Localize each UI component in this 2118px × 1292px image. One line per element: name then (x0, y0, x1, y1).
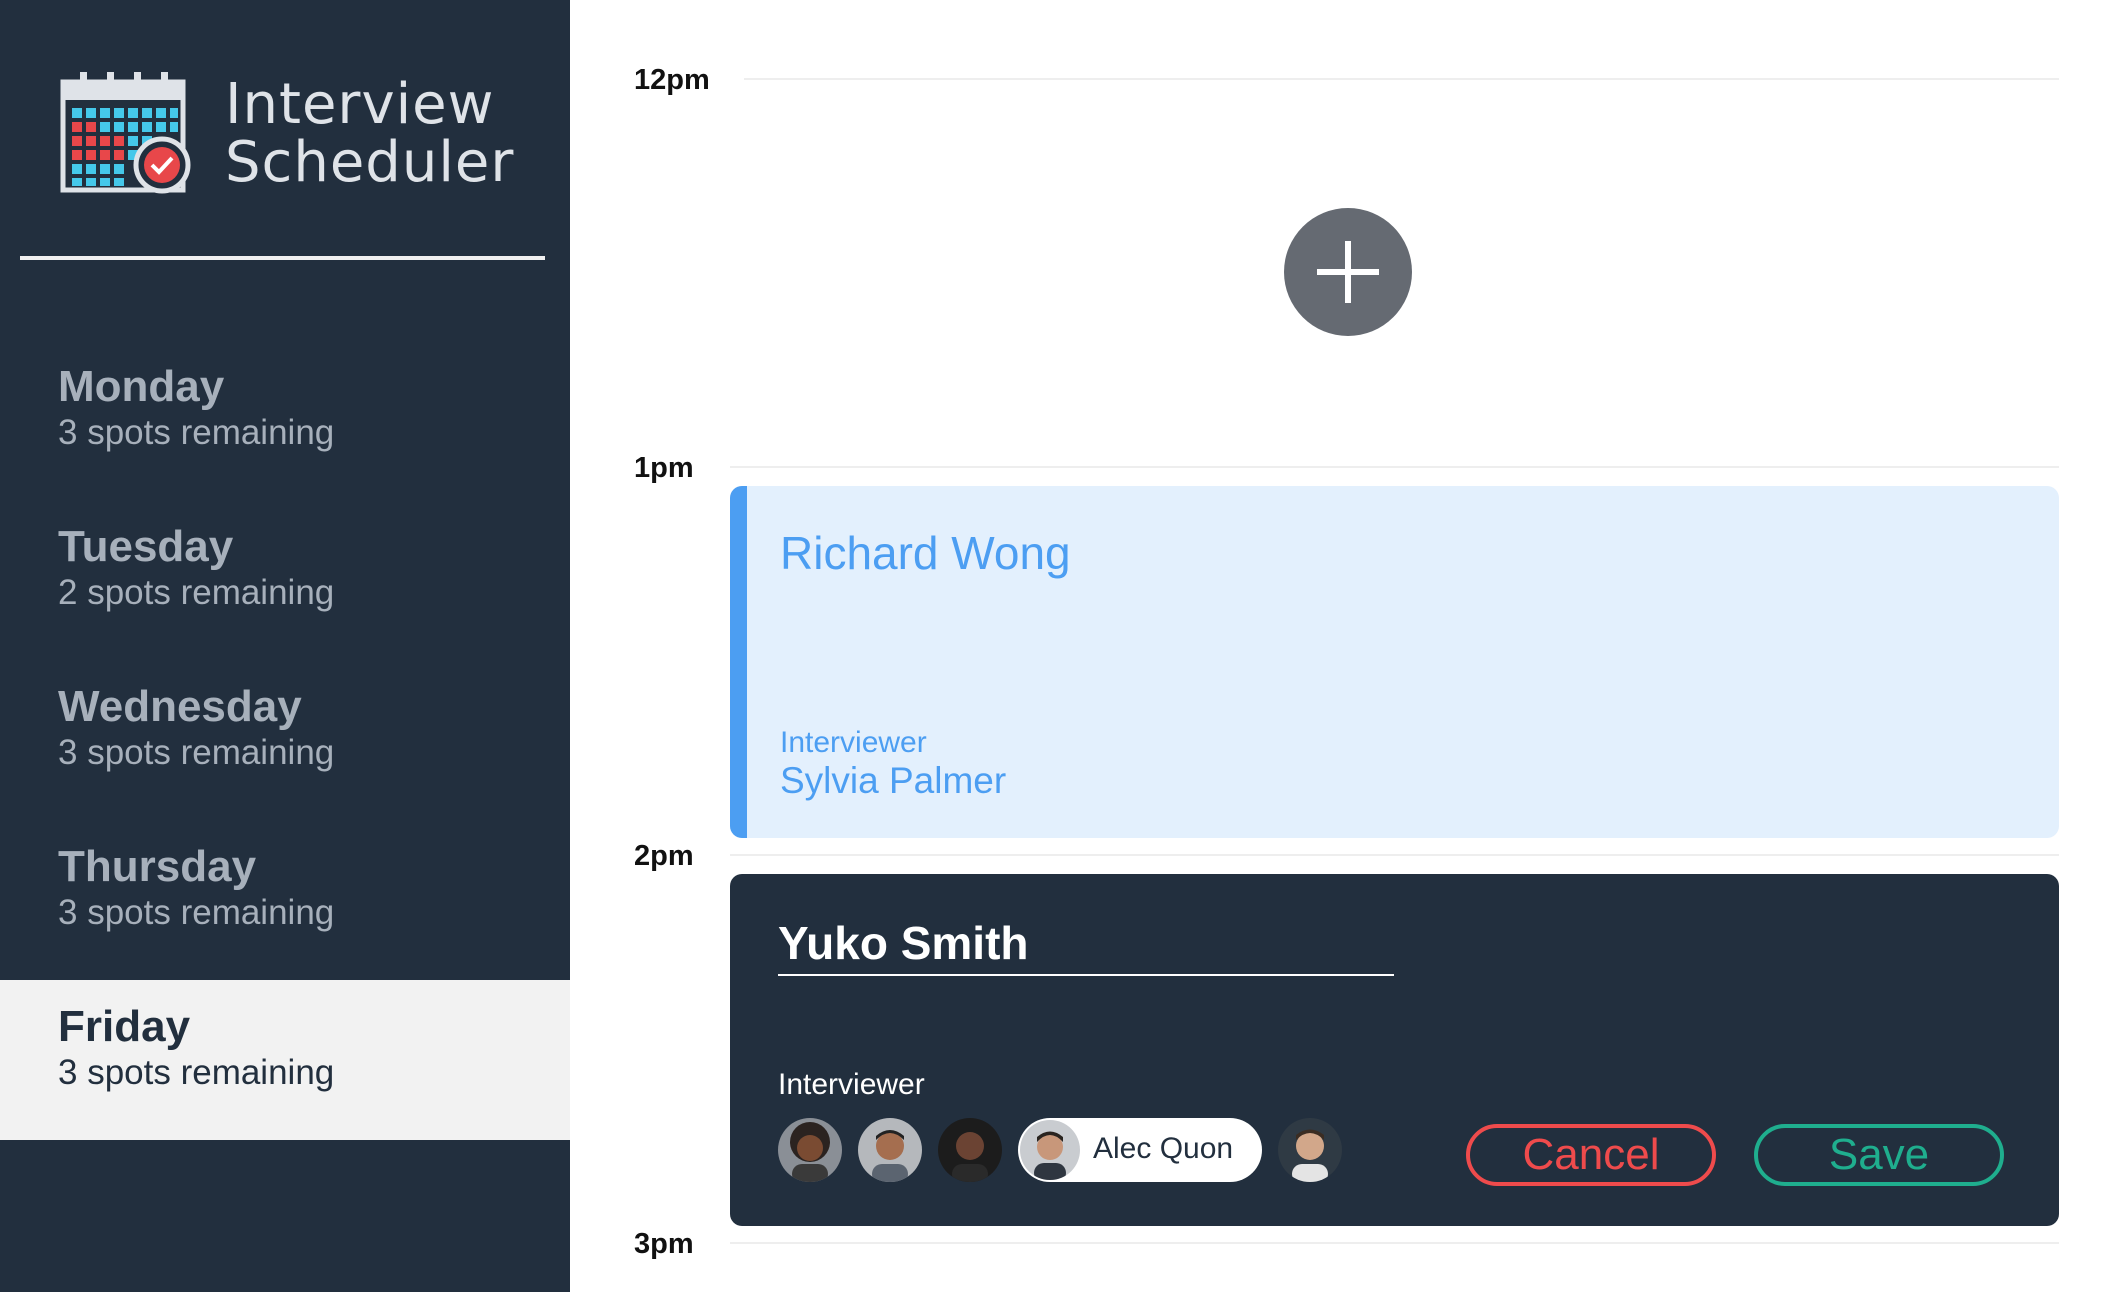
selected-interviewer[interactable]: Alec Quon (1018, 1118, 1262, 1182)
appointment-accent-bar (730, 486, 747, 838)
day-name: Tuesday (58, 522, 234, 571)
time-label-1pm: 1pm (634, 452, 694, 484)
brand: Interview Scheduler (60, 70, 540, 195)
student-name-input[interactable] (778, 912, 1394, 976)
add-appointment-button[interactable] (1284, 208, 1412, 336)
selected-interviewer-name: Alec Quon (1093, 1132, 1234, 1165)
hour-divider (730, 1242, 2059, 1244)
day-item-tuesday[interactable]: Tuesday 2 spots remaining (0, 500, 570, 660)
day-spots: 3 spots remaining (58, 1053, 335, 1092)
schedule: 12pm 1pm Richard Wong Interviewer Sylvia… (570, 0, 2118, 1292)
student-name: Richard Wong (780, 527, 1071, 579)
day-spots: 3 spots remaining (58, 413, 335, 452)
day-item-monday[interactable]: Monday 3 spots remaining (0, 340, 570, 500)
hour-divider (730, 854, 2059, 856)
avatar-image (1020, 1120, 1080, 1180)
day-item-friday[interactable]: Friday 3 spots remaining (0, 980, 570, 1140)
save-button[interactable]: Save (1754, 1124, 2004, 1186)
interviewer-avatar[interactable] (858, 1118, 922, 1182)
day-name: Friday (58, 1002, 191, 1051)
hour-divider (744, 78, 2059, 80)
day-spots: 3 spots remaining (58, 893, 335, 932)
calendar-check-icon (60, 70, 192, 195)
day-name: Thursday (58, 842, 257, 891)
appointment-card[interactable]: Richard Wong Interviewer Sylvia Palmer (730, 486, 2059, 838)
day-name: Monday (58, 362, 225, 411)
interviewer-avatar[interactable] (938, 1118, 1002, 1182)
interviewer-avatar[interactable] (1278, 1118, 1342, 1182)
avatar (1020, 1120, 1080, 1180)
app-title-line2: Scheduler (225, 130, 515, 195)
avatar-image (938, 1118, 1002, 1182)
appointment-form: Interviewer (730, 874, 2059, 1226)
interviewer-label: Interviewer (780, 726, 927, 759)
app-title: Interview Scheduler (225, 76, 514, 192)
hour-divider (730, 466, 2059, 468)
avatar-image (778, 1118, 842, 1182)
interviewer-avatar[interactable] (778, 1118, 842, 1182)
day-name: Wednesday (58, 682, 302, 731)
day-list: Monday 3 spots remaining Tuesday 2 spots… (0, 340, 570, 1140)
time-label-12pm: 12pm (634, 64, 710, 96)
app-title-line1: Interview (225, 72, 495, 137)
sidebar-divider (20, 256, 545, 260)
day-spots: 3 spots remaining (58, 733, 335, 772)
cancel-button[interactable]: Cancel (1466, 1124, 1716, 1186)
day-item-wednesday[interactable]: Wednesday 3 spots remaining (0, 660, 570, 820)
plus-icon (1317, 241, 1379, 303)
time-label-3pm: 3pm (634, 1228, 694, 1260)
sidebar: Interview Scheduler Monday 3 spots remai… (0, 0, 570, 1292)
time-label-2pm: 2pm (634, 840, 694, 872)
avatar-image (1278, 1118, 1342, 1182)
interviewer-name: Sylvia Palmer (780, 760, 1007, 801)
interviewer-label: Interviewer (778, 1068, 925, 1101)
day-item-thursday[interactable]: Thursday 3 spots remaining (0, 820, 570, 980)
avatar-image (858, 1118, 922, 1182)
day-spots: 2 spots remaining (58, 573, 335, 612)
